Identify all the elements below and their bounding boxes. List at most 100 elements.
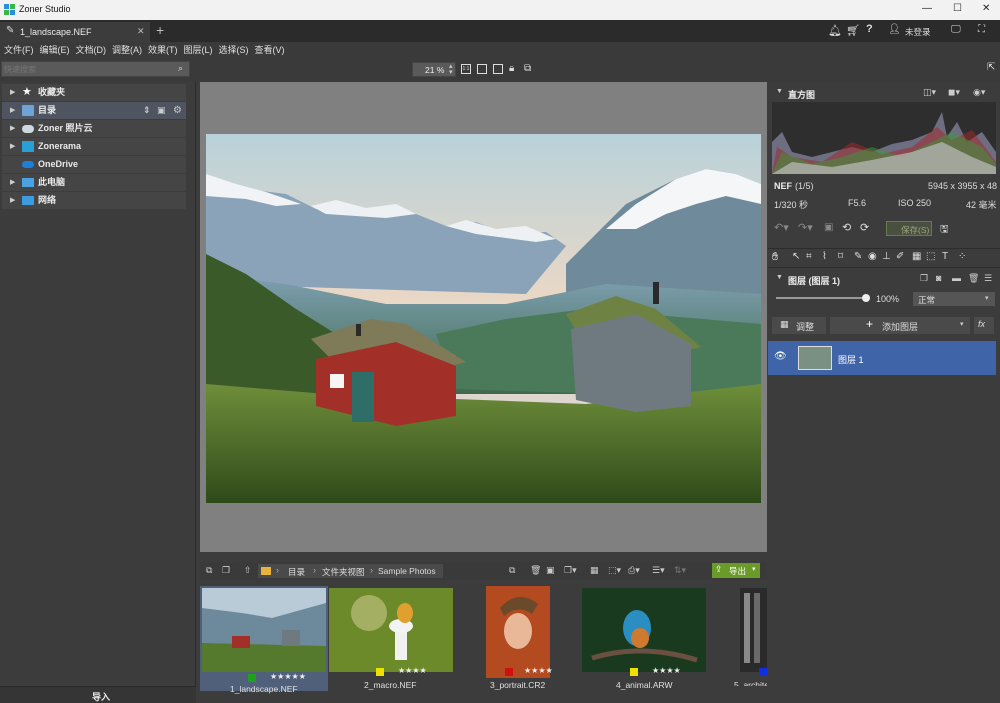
fit-to-window-icon[interactable] — [477, 64, 487, 74]
opacity-slider[interactable] — [776, 297, 866, 299]
search-field[interactable]: ⌕ — [1, 61, 190, 77]
histogram-channel-icon[interactable]: ◼▾ — [948, 87, 960, 98]
thumbnail-2-macro[interactable]: ★★★★ 2_macro.NEF — [328, 586, 454, 690]
perspective-tool-icon[interactable]: ⌑ — [838, 251, 843, 262]
copy-to-icon[interactable]: ❐▾ — [564, 565, 577, 576]
red-eye-tool-icon[interactable]: ◉ — [868, 251, 877, 262]
duplicate-layer-icon[interactable]: ❐ — [920, 273, 928, 284]
expand-arrow-icon[interactable]: ▶ — [10, 138, 15, 155]
rating-stars[interactable]: ★★★★★ — [270, 672, 306, 681]
folder-up-icon[interactable]: ⇧ — [244, 565, 252, 576]
histogram-clip-icon[interactable]: ◉▾ — [973, 87, 985, 98]
color-label-yellow[interactable] — [376, 668, 384, 676]
search-input[interactable] — [4, 63, 174, 75]
settings-gear-icon[interactable]: ⚙ — [173, 102, 182, 119]
color-label-blue[interactable] — [759, 668, 767, 676]
color-label-yellow[interactable] — [630, 668, 638, 676]
menu-adjust[interactable]: 调整(A) — [109, 42, 145, 58]
rotate-left-icon[interactable]: ⟲ — [842, 221, 851, 234]
expand-arrow-icon[interactable]: ▶ — [10, 84, 15, 101]
adjust-button[interactable]: ▦ 调整 — [772, 317, 826, 334]
sort-icon[interactable]: ⇕ — [143, 102, 151, 119]
brush-tool-icon[interactable]: ✐ — [896, 251, 904, 262]
straighten-tool-icon[interactable]: ⌇ — [822, 251, 827, 262]
export-button[interactable]: ⇪ 导出 ▾ — [712, 563, 760, 578]
user-icon[interactable]: 👤︎ — [888, 24, 901, 35]
menu-edit[interactable]: 编辑(E) — [37, 42, 73, 58]
shape-tool-icon[interactable]: ⬚ — [926, 251, 935, 262]
histogram-header[interactable]: ▼ 直方图 ◫▾ ◼▾ ◉▾ — [768, 84, 1000, 102]
browser-view-icon[interactable]: ⧉ — [206, 565, 212, 576]
mask-icon[interactable]: ◙ — [936, 273, 941, 283]
layers-header[interactable]: ▼ 图层 (图层 1) ❐ ◙ ▬ 🗑︎ ☰ — [768, 270, 1000, 288]
add-layer-button[interactable]: + 添加图层 ▾ — [830, 317, 970, 334]
folder-layer-icon[interactable]: ▬ — [952, 273, 961, 283]
color-label-green[interactable] — [248, 674, 256, 682]
collapse-arrow-icon[interactable]: ▼ — [776, 274, 783, 281]
more-tools-icon[interactable]: ⁘ — [958, 251, 966, 262]
help-icon[interactable]: ? — [866, 23, 873, 35]
menu-file[interactable]: 文件(F) — [1, 42, 37, 58]
lock-icon[interactable]: 🔒︎ — [509, 63, 514, 74]
text-tool-icon[interactable]: T — [942, 251, 948, 262]
print-icon[interactable]: ⎙▾ — [628, 565, 640, 576]
minimize-button[interactable]: — — [922, 3, 932, 14]
compare-icon[interactable]: ⧉ — [524, 63, 531, 74]
nav-item-favorites[interactable]: ▶ ★ 收藏夹 — [2, 84, 186, 101]
gradient-tool-icon[interactable]: ▦ — [912, 251, 921, 262]
rating-stars[interactable]: ★★★★ — [652, 666, 681, 675]
select-tool-icon[interactable]: ↖ — [792, 251, 800, 262]
filter-icon[interactable]: ☰▾ — [652, 565, 665, 576]
sort-order-icon[interactable]: ⇅▾ — [674, 565, 686, 576]
add-folder-icon[interactable]: ▣ — [157, 102, 166, 119]
retouch-tool-icon[interactable]: ✎ — [854, 251, 862, 262]
breadcrumb-folder-view[interactable]: 文件夹视图 — [322, 566, 365, 578]
rating-stars[interactable]: ★★★★ — [524, 666, 553, 675]
account-label[interactable]: 未登录 — [905, 26, 931, 38]
color-label-red[interactable] — [505, 668, 513, 676]
expand-arrow-icon[interactable]: ▶ — [10, 192, 15, 209]
monitor-icon[interactable]: 🖵︎ — [951, 24, 961, 35]
effects-button[interactable]: fx — [974, 317, 994, 334]
nav-item-network[interactable]: ▶ 网络 — [2, 192, 186, 209]
delete-layer-icon[interactable]: 🗑︎ — [968, 273, 979, 284]
move-to-folder-icon[interactable]: ▣ — [546, 565, 555, 576]
image-icon[interactable]: ▣ — [824, 222, 833, 233]
opacity-slider-handle[interactable] — [862, 294, 870, 302]
maximize-button[interactable]: ☐ — [953, 3, 962, 14]
nav-item-catalog[interactable]: ▶ 目录 ⇕ ▣ ⚙ — [2, 102, 186, 119]
nav-item-zonerama[interactable]: ▶ Zonerama — [2, 138, 186, 155]
thumbnail-5-architecture[interactable]: 5_archite — [734, 586, 767, 686]
hand-tool-icon[interactable]: ✋︎ — [772, 251, 778, 264]
expand-arrow-icon[interactable]: ▶ — [10, 102, 15, 119]
menu-effects[interactable]: 效果(T) — [145, 42, 181, 58]
clone-tool-icon[interactable]: ⊥ — [882, 251, 891, 262]
thumbnail-3-portrait[interactable]: ★★★★ 3_portrait.CR2 — [484, 586, 574, 690]
delete-icon[interactable]: 🗑︎ — [530, 565, 541, 576]
breadcrumb-sample-photos[interactable]: Sample Photos — [378, 566, 436, 576]
main-photo[interactable] — [206, 134, 761, 503]
import-button[interactable]: 导入 — [0, 686, 196, 703]
layer-row-1[interactable]: 👁︎ 图层 1 — [768, 341, 996, 375]
menu-document[interactable]: 文档(D) — [73, 42, 110, 58]
popout-icon[interactable]: ⇱ — [987, 62, 995, 73]
search-icon[interactable]: ⌕ — [178, 63, 183, 74]
add-tab-button[interactable]: + — [156, 22, 164, 38]
thumbnail-1-landscape[interactable]: ★★★★★ 1_landscape.NEF — [200, 586, 328, 694]
expand-arrow-icon[interactable]: ▶ — [10, 174, 15, 191]
menu-view[interactable]: 查看(V) — [252, 42, 288, 58]
nav-item-this-pc[interactable]: ▶ 此电脑 — [2, 174, 186, 191]
breadcrumb-catalog[interactable]: 目录 — [288, 566, 305, 578]
batch-icon[interactable]: ▦ — [590, 565, 599, 576]
menu-select[interactable]: 选择(S) — [216, 42, 252, 58]
fit-height-icon[interactable] — [493, 64, 503, 74]
rotate-right-icon[interactable]: ⟳ — [860, 221, 869, 234]
cart-icon[interactable]: 🛒︎ — [846, 24, 860, 37]
save-button[interactable]: 保存(S) — [886, 221, 932, 236]
layers-menu-icon[interactable]: ☰ — [984, 273, 992, 284]
expand-arrow-icon[interactable]: ▶ — [10, 120, 15, 137]
nav-item-zoner-cloud[interactable]: ▶ Zoner 照片云 — [2, 120, 186, 137]
visibility-eye-icon[interactable]: 👁︎ — [774, 351, 787, 362]
zoom-stepper-icon[interactable]: ▴ ▾ — [449, 63, 453, 76]
rating-stars[interactable]: ★★★★ — [398, 666, 427, 675]
